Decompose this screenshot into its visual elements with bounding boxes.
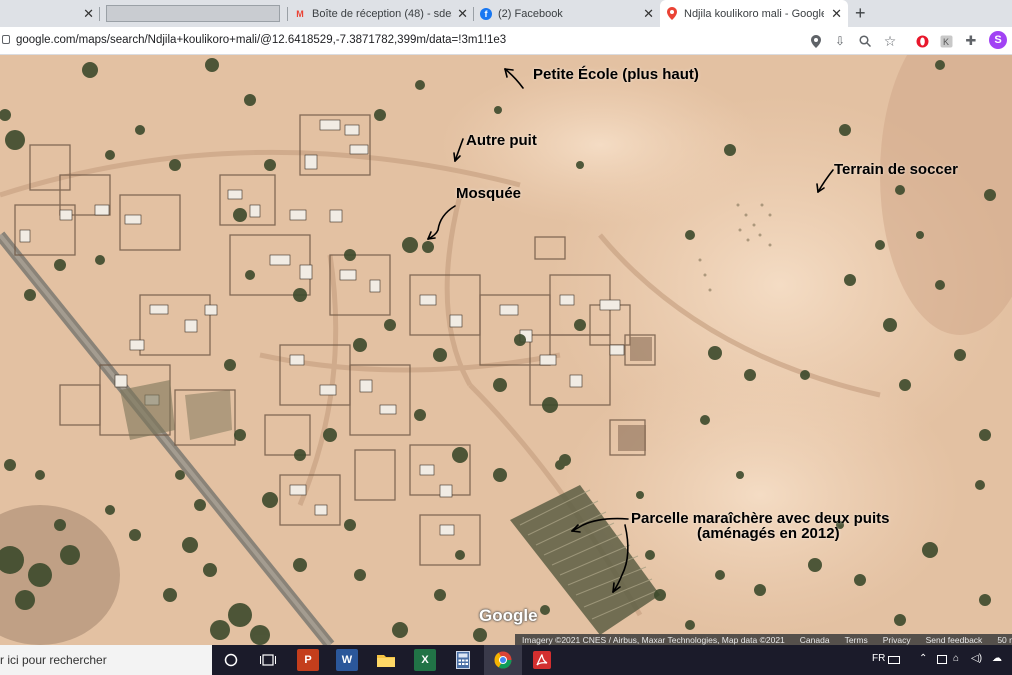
extensions-puzzle-icon[interactable]: ✚	[963, 33, 979, 49]
gmail-icon: M	[296, 8, 304, 19]
close-tab-icon[interactable]: ✕	[643, 6, 654, 22]
windows-taskbar: r ici pour rechercher P W X FR ⌃ ⌂ ◁) ☁	[0, 645, 1012, 675]
network-icon[interactable]: ⌂	[953, 653, 959, 664]
tab-title-redacted	[106, 5, 280, 22]
chevron-up-icon[interactable]: ⌃	[919, 653, 927, 664]
annotation-mosquee: Mosquée	[456, 185, 522, 202]
tab-title: Ndjila koulikoro mali - Google M	[684, 7, 824, 20]
calculator-icon[interactable]	[452, 649, 474, 671]
file-explorer-icon[interactable]	[375, 649, 397, 671]
taskbar-search-placeholder: r ici pour rechercher	[0, 653, 107, 667]
scale-label[interactable]: 50 m	[997, 635, 1012, 645]
tab-title: (2) Facebook	[498, 7, 563, 20]
tab-title: Boîte de réception (48) - sdesroc	[312, 7, 452, 20]
task-view-icon[interactable]	[257, 649, 279, 671]
keyboard-icon[interactable]	[888, 656, 900, 664]
terms-link[interactable]: Terms	[845, 635, 868, 645]
chrome-icon[interactable]	[492, 649, 514, 671]
acrobat-icon[interactable]	[531, 649, 553, 671]
close-tab-icon[interactable]: ✕	[83, 6, 94, 22]
tab-gmail[interactable]: M Boîte de réception (48) - sdesroc ✕	[288, 0, 474, 27]
lock-icon[interactable]	[2, 35, 10, 44]
taskbar-search-box[interactable]: r ici pour rechercher	[0, 645, 212, 675]
tab-strip: ✕ M Boîte de réception (48) - sdesroc ✕ …	[0, 0, 1012, 27]
google-maps-pin-icon	[666, 7, 678, 20]
url-field[interactable]: google.com/maps/search/Ndjila+koulikoro+…	[16, 34, 506, 46]
tab-google-maps[interactable]: Ndjila koulikoro mali - Google M ✕	[660, 0, 848, 27]
country-link[interactable]: Canada	[800, 635, 830, 645]
screen-icon[interactable]	[937, 655, 947, 664]
google-logo: Google	[479, 606, 538, 625]
imagery-credit: Imagery ©2021 CNES / Airbus, Maxar Techn…	[522, 634, 785, 645]
annotation-parcelle-date: (aménagés en 2012)	[697, 525, 840, 542]
facebook-icon: f	[480, 7, 492, 20]
install-app-icon[interactable]: ⇩	[832, 33, 848, 49]
map-attribution-bar: Imagery ©2021 CNES / Airbus, Maxar Techn…	[515, 634, 1012, 645]
onedrive-cloud-icon[interactable]: ☁	[992, 653, 1002, 664]
location-pin-icon[interactable]	[808, 33, 824, 49]
bookmark-star-icon[interactable]: ☆	[882, 33, 898, 49]
privacy-link[interactable]: Privacy	[883, 635, 911, 645]
excel-icon[interactable]: X	[414, 649, 436, 671]
send-feedback-link[interactable]: Send feedback	[926, 635, 983, 645]
zoom-icon[interactable]	[857, 33, 873, 49]
close-tab-icon[interactable]: ✕	[831, 6, 842, 22]
opera-extension-icon[interactable]	[914, 33, 930, 49]
powerpoint-icon[interactable]: P	[297, 649, 319, 671]
word-icon[interactable]: W	[336, 649, 358, 671]
volume-icon[interactable]: ◁)	[971, 653, 982, 664]
annotation-terrain-soccer: Terrain de soccer	[834, 161, 958, 178]
address-bar: google.com/maps/search/Ndjila+koulikoro+…	[0, 27, 1012, 55]
profile-avatar[interactable]: S	[989, 31, 1007, 49]
tab-blank-2[interactable]	[100, 0, 288, 27]
satellite-map[interactable]: Petite École (plus haut) Autre puit Mosq…	[0, 55, 1012, 645]
new-tab-button[interactable]: +	[855, 3, 866, 24]
input-language[interactable]: FR	[872, 653, 885, 664]
cortana-icon[interactable]	[220, 649, 242, 671]
extension-icon[interactable]: K	[938, 33, 954, 49]
svg-text:K: K	[943, 37, 949, 47]
tab-blank-1[interactable]: ✕	[0, 0, 100, 27]
close-tab-icon[interactable]: ✕	[457, 6, 468, 22]
annotation-petite-ecole: Petite École (plus haut)	[533, 66, 699, 83]
tab-facebook[interactable]: f (2) Facebook ✕	[474, 0, 660, 27]
annotation-autre-puit: Autre puit	[466, 132, 537, 149]
